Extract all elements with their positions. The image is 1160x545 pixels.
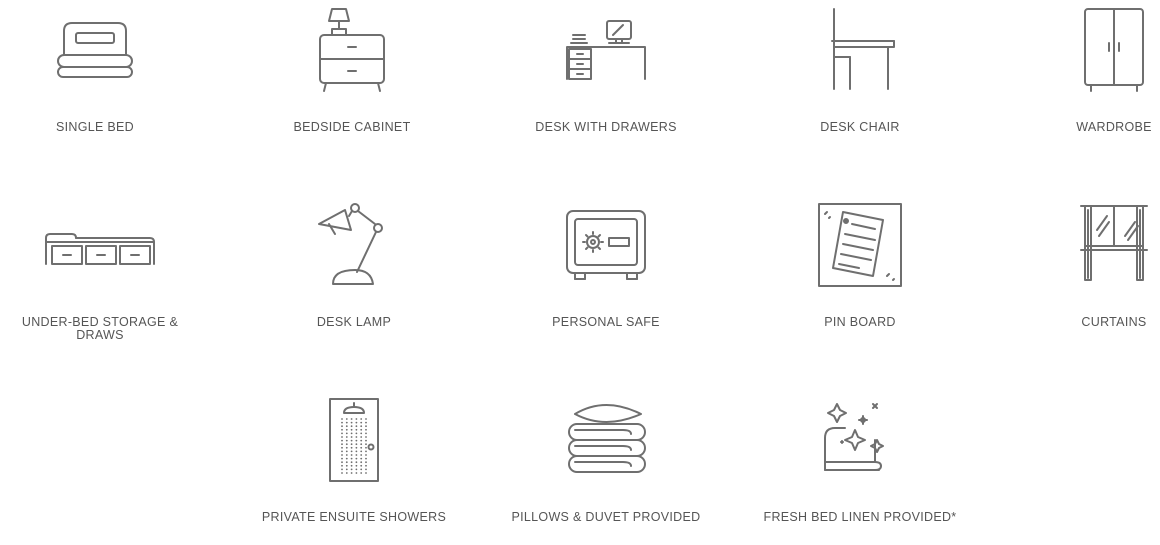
amenity-label: DESK WITH DRAWERS <box>535 120 677 134</box>
amenity-single-bed: SINGLE BED <box>0 5 210 134</box>
amenity-label: PILLOWS & DUVET PROVIDED <box>511 510 701 524</box>
amenity-label: PERSONAL SAFE <box>552 315 660 329</box>
amenity-label: DESK CHAIR <box>820 120 900 134</box>
under-bed-storage-icon <box>40 200 160 290</box>
personal-safe-icon <box>546 200 666 290</box>
amenity-private-ensuite-showers: PRIVATE ENSUITE SHOWERS <box>239 395 469 524</box>
amenity-desk-lamp: DESK LAMP <box>239 200 469 329</box>
amenity-personal-safe: PERSONAL SAFE <box>491 200 721 329</box>
single-bed-icon <box>35 5 155 95</box>
amenity-under-bed-storage: UNDER-BED STORAGE & DRAWS <box>0 200 215 342</box>
desk-lamp-icon <box>294 200 414 290</box>
amenity-curtains: CURTAINS <box>999 200 1160 329</box>
curtains-icon <box>1054 200 1160 290</box>
amenity-label: BEDSIDE CABINET <box>293 120 411 134</box>
pillows-duvet-icon <box>546 395 666 485</box>
amenity-desk-chair: DESK CHAIR <box>745 5 975 134</box>
ensuite-shower-icon <box>294 395 414 485</box>
amenity-label: PIN BOARD <box>824 315 896 329</box>
amenity-pillows-duvet: PILLOWS & DUVET PROVIDED <box>491 395 721 524</box>
desk-with-drawers-icon <box>546 5 666 95</box>
amenity-bedside-cabinet: BEDSIDE CABINET <box>237 5 467 134</box>
amenity-desk-with-drawers: DESK WITH DRAWERS <box>491 5 721 134</box>
desk-chair-icon <box>800 5 920 95</box>
amenity-label: UNDER-BED STORAGE & DRAWS <box>21 315 179 342</box>
bedside-cabinet-icon <box>292 5 412 95</box>
amenity-label: PRIVATE ENSUITE SHOWERS <box>261 510 447 524</box>
amenity-label: FRESH BED LINEN PROVIDED* <box>763 510 957 524</box>
amenity-wardrobe: WARDROBE <box>999 5 1160 134</box>
amenity-label: WARDROBE <box>1076 120 1152 134</box>
amenity-label: DESK LAMP <box>316 315 392 329</box>
amenity-label: CURTAINS <box>1081 315 1147 329</box>
amenity-label: SINGLE BED <box>55 120 135 134</box>
wardrobe-icon <box>1054 5 1160 95</box>
pin-board-icon <box>800 200 920 290</box>
amenity-fresh-bed-linen: FRESH BED LINEN PROVIDED* <box>745 395 975 524</box>
amenity-pin-board: PIN BOARD <box>745 200 975 329</box>
fresh-bed-linen-icon <box>800 395 920 485</box>
